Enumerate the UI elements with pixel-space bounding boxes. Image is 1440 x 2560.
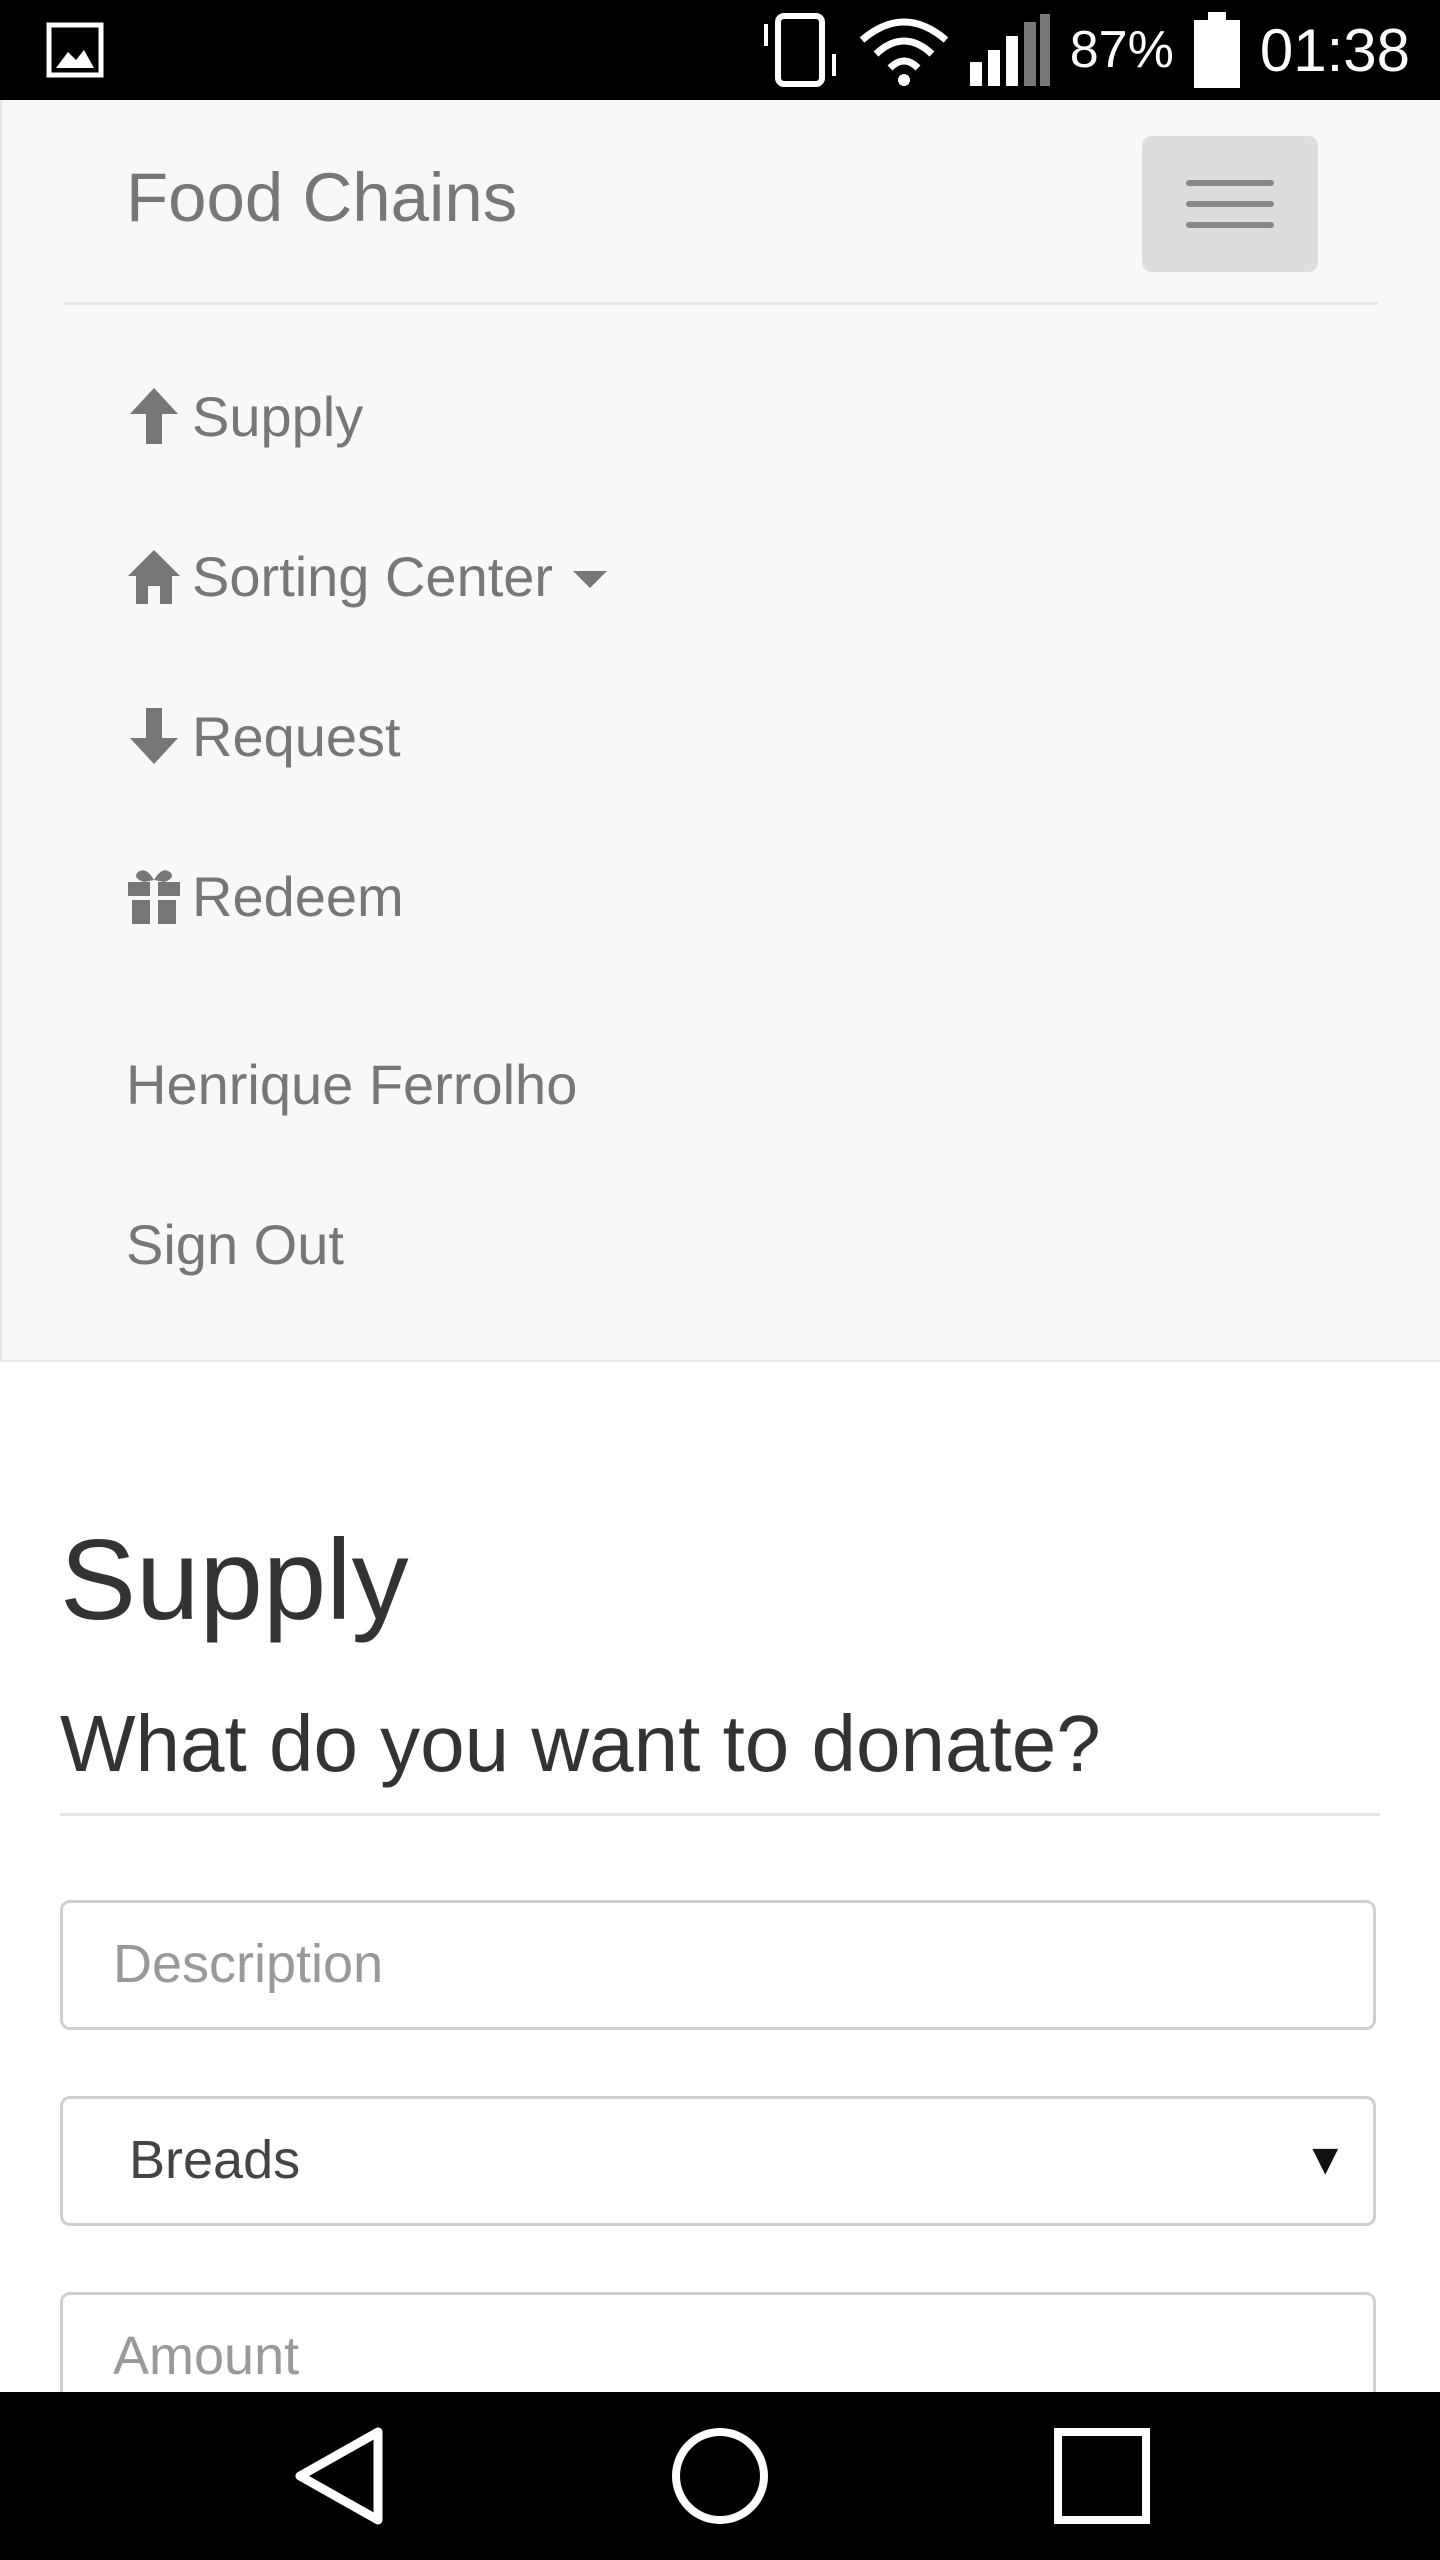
clock: 01:38 [1259,16,1410,84]
nav-item-redeem[interactable]: Redeem [126,856,404,936]
hamburger-icon-bar [1186,201,1274,207]
chevron-down-icon [573,570,608,588]
battery-icon [1193,12,1240,88]
gallery-notification-icon [46,22,104,78]
menu-toggle-button[interactable] [1142,136,1318,272]
status-bar: 87% 01:38 [0,0,1440,100]
hamburger-icon-bar [1186,222,1274,228]
nav-item-request[interactable]: Request [126,696,401,776]
back-icon[interactable] [290,2426,390,2526]
page-subtitle: What do you want to donate? [60,1699,1101,1788]
heading-divider [60,1813,1380,1816]
dropdown-arrow-icon: ▼ [1303,2135,1347,2184]
category-select[interactable]: Breads ▼ [60,2096,1376,2226]
system-navigation-bar [0,2392,1440,2560]
hamburger-icon [1186,180,1274,186]
sign-out-link[interactable]: Sign Out [126,1204,344,1284]
home-icon [128,550,180,604]
wifi-icon [859,18,949,86]
arrow-up-icon [130,388,178,444]
user-name-link[interactable]: Henrique Ferrolho [126,1044,577,1124]
description-input[interactable]: Description [60,1900,1376,2030]
recent-apps-icon[interactable] [1052,2426,1152,2526]
signal-icon [969,14,1050,86]
arrow-down-icon [130,708,178,764]
nav-item-label: Redeem [192,864,404,928]
category-selected-value: Breads [129,2130,301,2190]
vibrate-icon [763,13,836,87]
amount-placeholder: Amount [113,2326,300,2386]
brand-link[interactable]: Food Chains [126,158,517,237]
nav-item-label: Request [192,704,401,768]
gift-icon [128,870,180,924]
navbar-divider [64,302,1378,305]
home-button-icon[interactable] [670,2426,770,2526]
nav-item-label: Supply [192,384,364,448]
description-placeholder: Description [113,1934,384,1994]
page-title: Supply [60,1517,409,1644]
navbar-collapse-panel: Food Chains Supply Sorting Center Reques… [0,100,1440,1362]
nav-item-label: Sorting Center [192,544,554,608]
nav-item-supply[interactable]: Supply [126,376,363,456]
battery-percent: 87% [1069,21,1174,79]
nav-item-sorting-center[interactable]: Sorting Center [126,536,608,616]
